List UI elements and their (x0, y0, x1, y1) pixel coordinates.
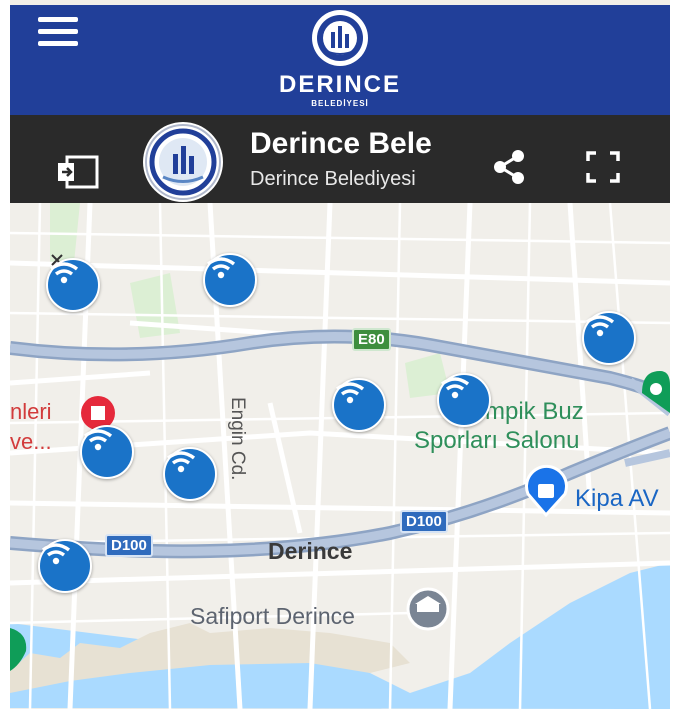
wifi-marker[interactable] (46, 258, 100, 312)
poi-label-shop: Kipa AV (575, 485, 659, 512)
map-title-bar: Derince Bele Derince Belediyesi (10, 115, 670, 203)
brand-name: DERINCE (278, 71, 401, 98)
wifi-icon (206, 257, 236, 279)
road-badge-d100-right: D100 (400, 510, 448, 533)
brand-subtitle: BELEDİYESİ (311, 99, 369, 108)
fullscreen-icon[interactable] (585, 150, 621, 184)
share-icon[interactable] (492, 149, 526, 185)
poi-label-port: Safiport Derince (190, 603, 355, 629)
poi-label-sport-1: mpik Buz (485, 398, 584, 425)
exit-map-icon[interactable] (54, 155, 100, 189)
wifi-icon (335, 382, 365, 404)
map-title: Derince Bele (250, 127, 432, 160)
wifi-icon (41, 543, 71, 565)
wifi-icon (83, 429, 113, 451)
map-subtitle: Derince Belediyesi (250, 168, 416, 190)
district-label: Derince (268, 538, 353, 564)
map-canvas[interactable]: E80 D100 D100 Engin Cd. Derince nleri ve… (10, 203, 670, 709)
wifi-marker[interactable] (203, 253, 257, 307)
wifi-icon (49, 262, 79, 284)
app-screen: DERINCE BELEDİYESİ Derince Bele Derince … (10, 0, 670, 709)
wifi-marker[interactable] (437, 373, 491, 427)
poi-label-sport-2: Sporları Salonu (414, 427, 580, 454)
municipality-logo (312, 10, 368, 66)
map-avatar (143, 122, 223, 202)
poi-label-left-1: nleri (10, 399, 52, 424)
top-app-bar: DERINCE BELEDİYESİ (10, 5, 670, 115)
wifi-icon (440, 377, 470, 399)
wifi-marker[interactable] (163, 447, 217, 501)
wifi-marker[interactable] (80, 425, 134, 479)
wifi-icon (585, 315, 615, 337)
wifi-marker[interactable] (38, 539, 92, 593)
wifi-marker[interactable] (332, 378, 386, 432)
road-badge-e80: E80 (352, 328, 391, 351)
menu-icon[interactable] (38, 17, 78, 47)
poi-label-left-2: ve... (10, 429, 52, 454)
wifi-marker[interactable] (582, 311, 636, 365)
seal-logo (145, 124, 221, 200)
wifi-icon (166, 451, 196, 473)
road-badge-d100-left: D100 (105, 534, 153, 557)
street-label: Engin Cd. (227, 397, 248, 481)
